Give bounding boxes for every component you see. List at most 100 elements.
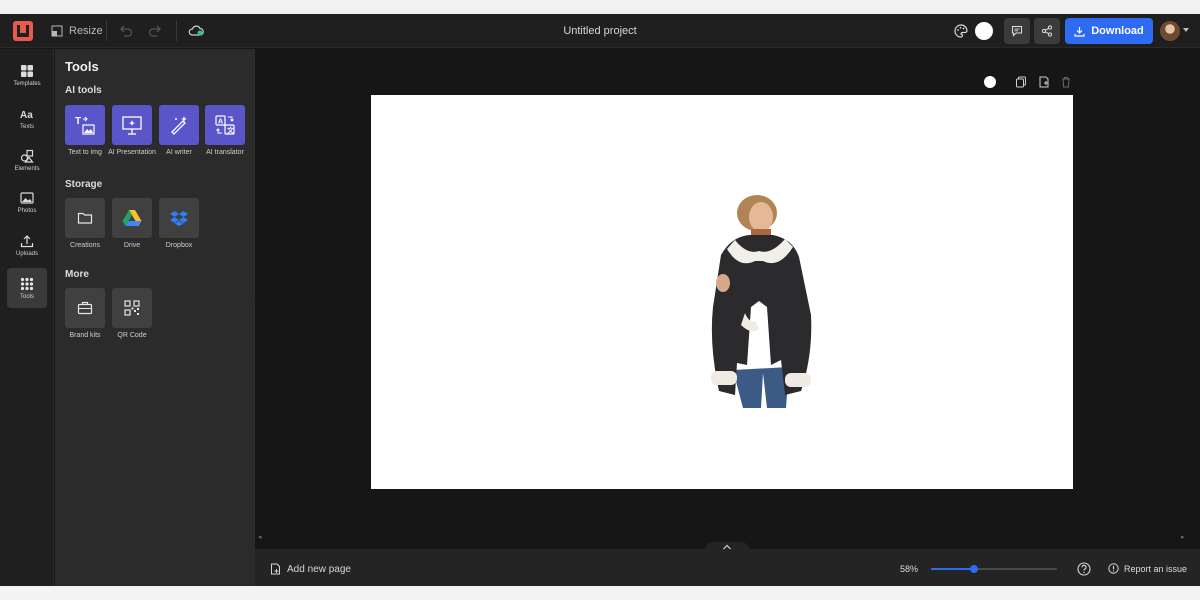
tool-brand-kits[interactable]: Brand kits xyxy=(65,288,105,340)
report-issue-button[interactable]: Report an issue xyxy=(1108,563,1187,574)
rail-label: Elements xyxy=(14,165,40,172)
tool-ai-writer[interactable]: AI writer xyxy=(159,105,199,157)
photo-icon xyxy=(20,191,34,204)
design-page[interactable] xyxy=(371,95,1073,489)
rail-item-photos[interactable]: Photos xyxy=(7,182,47,222)
section-title-ai-tools: AI tools xyxy=(65,85,102,96)
svg-text:文: 文 xyxy=(227,126,235,135)
resize-button[interactable]: Resize xyxy=(51,23,103,39)
tool-tile[interactable] xyxy=(112,105,152,145)
scroll-right-arrow[interactable]: ▸ xyxy=(1181,533,1185,541)
tool-tile[interactable] xyxy=(159,105,199,145)
rail-item-uploads[interactable]: Uploads xyxy=(7,225,47,265)
rail-label: Tools xyxy=(19,293,34,300)
tool-tile[interactable] xyxy=(112,198,152,238)
chevron-up-icon xyxy=(723,544,731,550)
templates-icon xyxy=(21,64,33,77)
grid-icon xyxy=(20,277,34,290)
tool-qr-code[interactable]: QR Code xyxy=(112,288,152,340)
bottom-bar xyxy=(255,549,1200,586)
tool-label: AI writer xyxy=(166,149,192,156)
section-title-more: More xyxy=(65,269,89,280)
add-page-icon[interactable] xyxy=(1038,76,1050,88)
tool-text-to-img[interactable]: T Text to img xyxy=(65,105,105,157)
rail-label: Photos xyxy=(17,207,37,214)
background-color-swatch[interactable] xyxy=(975,22,993,40)
cloud-sync-icon[interactable] xyxy=(188,23,204,39)
tool-tile[interactable] xyxy=(159,198,199,238)
tool-ai-translator[interactable]: A 文 AI translator xyxy=(205,105,245,157)
rail-item-elements[interactable]: Elements xyxy=(7,140,47,180)
download-icon xyxy=(1074,26,1085,37)
zoom-slider[interactable] xyxy=(931,565,1057,573)
tool-label: Drive xyxy=(123,242,141,249)
qr-code-icon xyxy=(124,300,140,316)
woman-in-jacket-image[interactable] xyxy=(701,195,821,410)
tool-label: Creations xyxy=(70,242,100,249)
svg-text:Aa: Aa xyxy=(20,110,33,121)
share-button[interactable] xyxy=(1034,18,1060,44)
tool-dropbox[interactable]: Dropbox xyxy=(159,198,199,250)
info-icon xyxy=(1108,563,1119,574)
tool-tile[interactable]: A 文 xyxy=(205,105,245,145)
divider xyxy=(106,21,107,41)
section-title-storage: Storage xyxy=(65,179,103,190)
report-label: Report an issue xyxy=(1124,563,1188,574)
translate-icon: A 文 xyxy=(215,115,235,135)
page-color-swatch[interactable] xyxy=(984,76,996,88)
tool-tile[interactable] xyxy=(65,198,105,238)
rail-item-texts[interactable]: Aa Texts xyxy=(7,98,47,138)
expand-pages-handle[interactable] xyxy=(705,542,749,552)
download-button[interactable]: Download xyxy=(1065,18,1153,44)
delete-page-icon[interactable] xyxy=(1060,76,1072,88)
comment-button[interactable] xyxy=(1004,18,1030,44)
tool-label: Brand kits xyxy=(69,332,101,339)
svg-text:A: A xyxy=(218,119,223,126)
zoom-slider-handle[interactable] xyxy=(969,565,978,573)
resize-icon xyxy=(51,25,63,37)
scroll-left-arrow[interactable]: ◂ xyxy=(258,533,262,541)
divider xyxy=(176,21,177,41)
tool-label: Dropbox xyxy=(165,242,193,249)
rail-label: Uploads xyxy=(15,250,38,257)
elements-icon xyxy=(20,149,34,163)
google-drive-icon xyxy=(122,210,142,226)
redo-icon[interactable] xyxy=(147,23,163,39)
share-icon xyxy=(1041,25,1053,37)
help-icon[interactable] xyxy=(1077,562,1091,576)
duplicate-page-icon[interactable] xyxy=(1015,76,1027,88)
tool-creations[interactable]: Creations xyxy=(65,198,105,250)
folder-icon xyxy=(77,212,93,224)
logo-icon[interactable] xyxy=(13,21,33,41)
briefcase-icon xyxy=(77,301,93,315)
tool-label: AI translator xyxy=(206,149,244,156)
palette-icon[interactable] xyxy=(953,23,969,39)
rail-item-tools[interactable]: Tools xyxy=(7,268,47,308)
zoom-slider-fill xyxy=(931,568,974,570)
rail-label: Templates xyxy=(13,80,41,87)
rail-item-templates[interactable]: Templates xyxy=(7,55,47,95)
chevron-down-icon[interactable] xyxy=(1183,28,1189,32)
svg-text:T: T xyxy=(75,116,81,127)
tool-tile[interactable] xyxy=(112,288,152,328)
tool-tile[interactable]: T xyxy=(65,105,105,145)
avatar[interactable] xyxy=(1160,21,1180,41)
undo-icon[interactable] xyxy=(118,23,134,39)
tool-drive[interactable]: Drive xyxy=(112,198,152,250)
add-page-label: Add new page xyxy=(287,563,351,575)
comment-icon xyxy=(1012,26,1022,37)
add-new-page-button[interactable]: Add new page xyxy=(270,563,351,575)
dropbox-icon xyxy=(170,211,188,226)
tool-ai-presentation[interactable]: AI Presentation xyxy=(108,105,156,157)
window-bottom-strip xyxy=(0,586,1200,600)
tool-tile[interactable] xyxy=(65,288,105,328)
tool-label: AI Presentation xyxy=(108,149,156,156)
rail-label: Texts xyxy=(19,123,34,130)
left-rail: Templates Aa Texts Elements Photos Uploa… xyxy=(0,49,54,586)
magic-pen-icon xyxy=(171,116,187,135)
presentation-icon xyxy=(122,116,142,135)
panel-title: Tools xyxy=(65,59,99,74)
project-title[interactable]: Untitled project xyxy=(500,25,700,37)
tools-panel: Tools AI tools T Text to img AI Presenta… xyxy=(55,49,255,586)
tool-label: QR Code xyxy=(117,332,147,339)
